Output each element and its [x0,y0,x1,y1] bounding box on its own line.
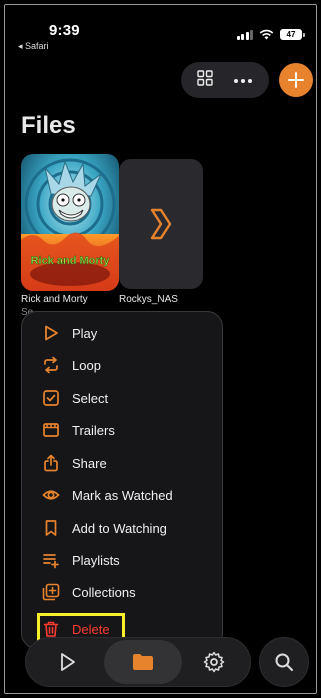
menu-item-loop[interactable]: Loop [41,351,101,379]
menu-item-share[interactable]: Share [41,449,107,477]
nas-chevron-icon [150,208,172,240]
folder-icon [133,654,153,670]
phone-frame: 9:39 ◂ Safari 47 Files Rick and Morty Ri… [4,4,317,694]
plus-icon [288,72,304,88]
status-icons: 47 [236,29,305,40]
search-icon [275,653,293,671]
ellipsis-icon [234,79,252,83]
add-button[interactable] [279,63,313,97]
wifi-icon [259,29,274,40]
poster-artwork: Rick and Morty [21,154,119,291]
menu-item-collections[interactable]: Collections [41,578,136,606]
play-icon [45,325,58,341]
more-options-button[interactable] [233,71,253,89]
tab-bar [25,637,251,687]
film-icon [43,423,59,437]
battery-indicator: 47 [280,29,305,40]
playlist-add-icon [43,554,59,569]
rick-and-morty-label: Rick and Morty [21,294,88,305]
tab-play[interactable] [48,638,88,686]
back-to-safari-link[interactable]: ◂ Safari [18,41,49,52]
cellular-signal-icon [236,29,253,40]
tab-files[interactable] [104,640,182,684]
gear-icon [203,651,225,673]
menu-item-play[interactable]: Play [41,319,97,347]
eye-icon [42,490,60,500]
menu-item-select[interactable]: Select [41,384,108,412]
page-title: Files [21,112,76,139]
menu-item-trailers[interactable]: Trailers [41,416,115,444]
grid-icon [197,69,213,86]
rockys-nas-tile[interactable] [119,159,203,289]
rick-and-morty-poster[interactable]: Rick and Morty [21,154,119,291]
play-tab-icon [61,653,75,671]
tab-settings[interactable] [192,638,236,686]
search-button[interactable] [259,637,309,687]
grid-view-button[interactable] [197,69,213,91]
collection-add-icon [42,583,60,601]
view-options-pill [181,62,269,98]
menu-item-add-to-watching[interactable]: Add to Watching [41,514,167,542]
status-time: 9:39 [49,22,80,39]
share-icon [44,454,58,472]
menu-item-mark-as-watched[interactable]: Mark as Watched [41,481,173,509]
menu-item-playlists[interactable]: Playlists [41,546,120,574]
checkbox-icon [43,390,59,406]
bookmark-icon [45,520,57,536]
loop-icon [44,356,58,374]
poster-title-art: Rick and Morty [31,255,111,267]
rockys-nas-label: Rockys_NAS [119,294,178,305]
